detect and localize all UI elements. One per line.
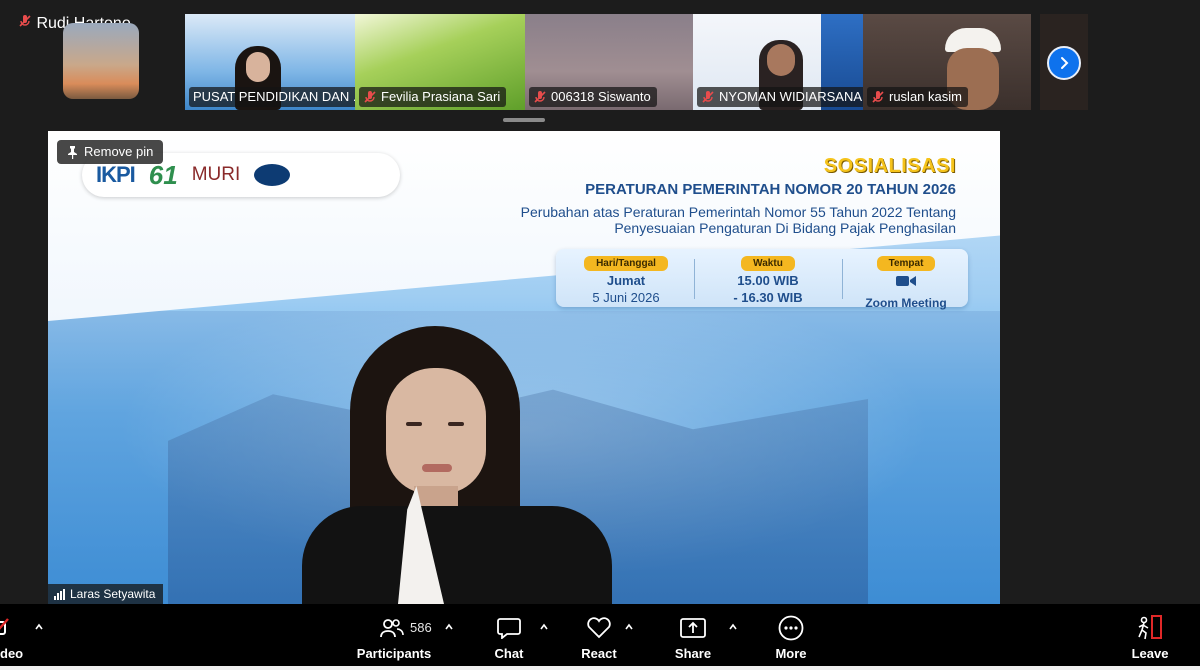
video-feed-face — [246, 52, 270, 82]
video-off-icon — [0, 618, 9, 635]
mic-muted-icon — [534, 91, 546, 103]
share-label: Share — [674, 646, 712, 661]
banner-subtitle-line2: Penyesuaian Pengaturan Di Bidang Pajak P… — [614, 220, 956, 236]
zoom-meeting-window: Rudi Hartono PUSAT PENDIDIKAN DAN ... Fe… — [0, 0, 1200, 670]
speaker-name: Laras Setyawita — [70, 587, 156, 601]
chevron-right-icon — [1061, 57, 1069, 69]
chat-button[interactable]: Chat — [486, 614, 532, 661]
participant-tile[interactable]: ruslan kasim — [863, 14, 1031, 110]
participants-label: Participants — [356, 646, 432, 661]
banner-subtitle-line1: Perubahan atas Peraturan Pemerintah Nomo… — [520, 204, 956, 220]
speaker-jacket — [302, 506, 612, 604]
pin-icon — [68, 145, 77, 159]
avatar — [63, 23, 139, 99]
stop-video-button[interactable]: deo — [0, 614, 24, 661]
time-end: - 16.30 WIB — [733, 290, 803, 305]
window-bottom-edge — [0, 666, 1200, 670]
heart-icon — [587, 617, 611, 639]
divider — [694, 259, 695, 299]
chevron-up-icon[interactable] — [444, 622, 454, 632]
participant-name-tag: PUSAT PENDIDIKAN DAN ... — [189, 87, 355, 107]
mic-muted-icon — [364, 91, 376, 103]
video-label: deo — [0, 646, 24, 661]
share-button[interactable]: Share — [670, 614, 716, 661]
participants-icon — [380, 619, 404, 638]
chat-label: Chat — [494, 646, 524, 661]
banner-title: PERATURAN PEMERINTAH NOMOR 20 TAHUN 2026 — [585, 181, 956, 198]
participant-name: 006318 Siswanto — [551, 89, 651, 104]
next-page-button[interactable] — [1047, 46, 1081, 80]
participant-tile[interactable]: 006318 Siswanto — [525, 14, 693, 110]
participant-name-tag: 006318 Siswanto — [529, 87, 657, 107]
date-day: Jumat — [606, 273, 646, 288]
react-button[interactable]: React — [576, 614, 622, 661]
ikpi-logo: IKPI — [96, 162, 136, 187]
chevron-up-icon[interactable] — [624, 622, 634, 632]
more-label: More — [775, 646, 807, 661]
time-label: Waktu — [741, 256, 795, 271]
speaker-name-tag: Laras Setyawita — [48, 584, 164, 604]
leave-button[interactable]: Leave — [1128, 614, 1172, 661]
anniversary-logo: 61 — [148, 159, 178, 190]
banner-headline: SOSIALISASI — [823, 155, 956, 177]
place-label: Tempat — [876, 256, 936, 271]
event-place: Tempat Zoom Meeting — [846, 253, 966, 310]
event-date: Hari/Tanggal Jumat 5 Juni 2026 — [566, 253, 686, 305]
divider — [842, 259, 843, 299]
resize-handle[interactable] — [503, 118, 545, 122]
mic-muted-icon — [702, 91, 714, 103]
participant-name: ruslan kasim — [889, 89, 962, 104]
react-label: React — [581, 646, 617, 661]
signal-strength-icon — [54, 588, 65, 600]
participant-name: NYOMAN WIDIARSANA — [719, 89, 863, 104]
speaker-lips — [422, 464, 452, 472]
date-value: 5 Juni 2026 — [592, 290, 660, 305]
participant-tile[interactable]: Fevilia Prasiana Sari — [355, 14, 525, 110]
muri-logo: MURI — [191, 164, 241, 185]
leave-label: Leave — [1131, 646, 1169, 661]
share-screen-icon — [680, 618, 706, 638]
participant-name: PUSAT PENDIDIKAN DAN ... — [193, 89, 355, 104]
participant-name-tag: NYOMAN WIDIARSANA — [697, 87, 863, 107]
event-time: Waktu 15.00 WIB - 16.30 WIB — [708, 253, 828, 305]
main-video: IKPI 61 MURI Remove pin SOSIALISASI PERA… — [48, 131, 1000, 604]
speaker-video-feed — [302, 326, 612, 604]
leave-door-icon — [1138, 615, 1162, 640]
speaker-eye — [406, 422, 422, 426]
mic-muted-icon — [19, 15, 31, 27]
aptca-logo — [254, 164, 291, 186]
participant-strip: Rudi Hartono PUSAT PENDIDIKAN DAN ... Fe… — [0, 14, 1200, 110]
chevron-up-icon[interactable] — [539, 622, 549, 632]
more-icon — [778, 615, 804, 641]
chevron-up-icon[interactable] — [728, 622, 738, 632]
participant-tile[interactable]: PUSAT PENDIDIKAN DAN ... — [185, 14, 355, 110]
mic-muted-icon — [872, 91, 884, 103]
participant-name-tag: Fevilia Prasiana Sari — [359, 87, 507, 107]
event-info-card: Hari/Tanggal Jumat 5 Juni 2026 Waktu 15.… — [556, 249, 968, 310]
participants-count: 586 — [410, 620, 432, 635]
video-feed-face — [767, 44, 795, 76]
time-start: 15.00 WIB — [737, 273, 799, 288]
video-camera-icon — [896, 276, 916, 286]
more-button[interactable]: More — [768, 614, 814, 661]
remove-pin-label: Remove pin — [84, 144, 154, 159]
chevron-up-icon[interactable] — [34, 622, 44, 632]
speaker-eye — [448, 422, 464, 426]
banner-title-block: SOSIALISASI PERATURAN PEMERINTAH NOMOR 2… — [521, 155, 956, 236]
participant-tile[interactable]: Rudi Hartono — [18, 14, 148, 110]
remove-pin-button[interactable]: Remove pin — [57, 140, 164, 164]
participant-name-tag: ruslan kasim — [867, 87, 968, 107]
participant-name: Fevilia Prasiana Sari — [381, 89, 501, 104]
participant-tile[interactable]: NYOMAN WIDIARSANA — [693, 14, 863, 110]
meeting-toolbar: deo Participants 586 Chat React Share Mo… — [0, 604, 1200, 670]
date-label: Hari/Tanggal — [584, 256, 668, 271]
chat-icon — [497, 618, 521, 639]
place-value: Zoom Meeting — [865, 296, 947, 310]
speaker-face — [386, 368, 486, 494]
